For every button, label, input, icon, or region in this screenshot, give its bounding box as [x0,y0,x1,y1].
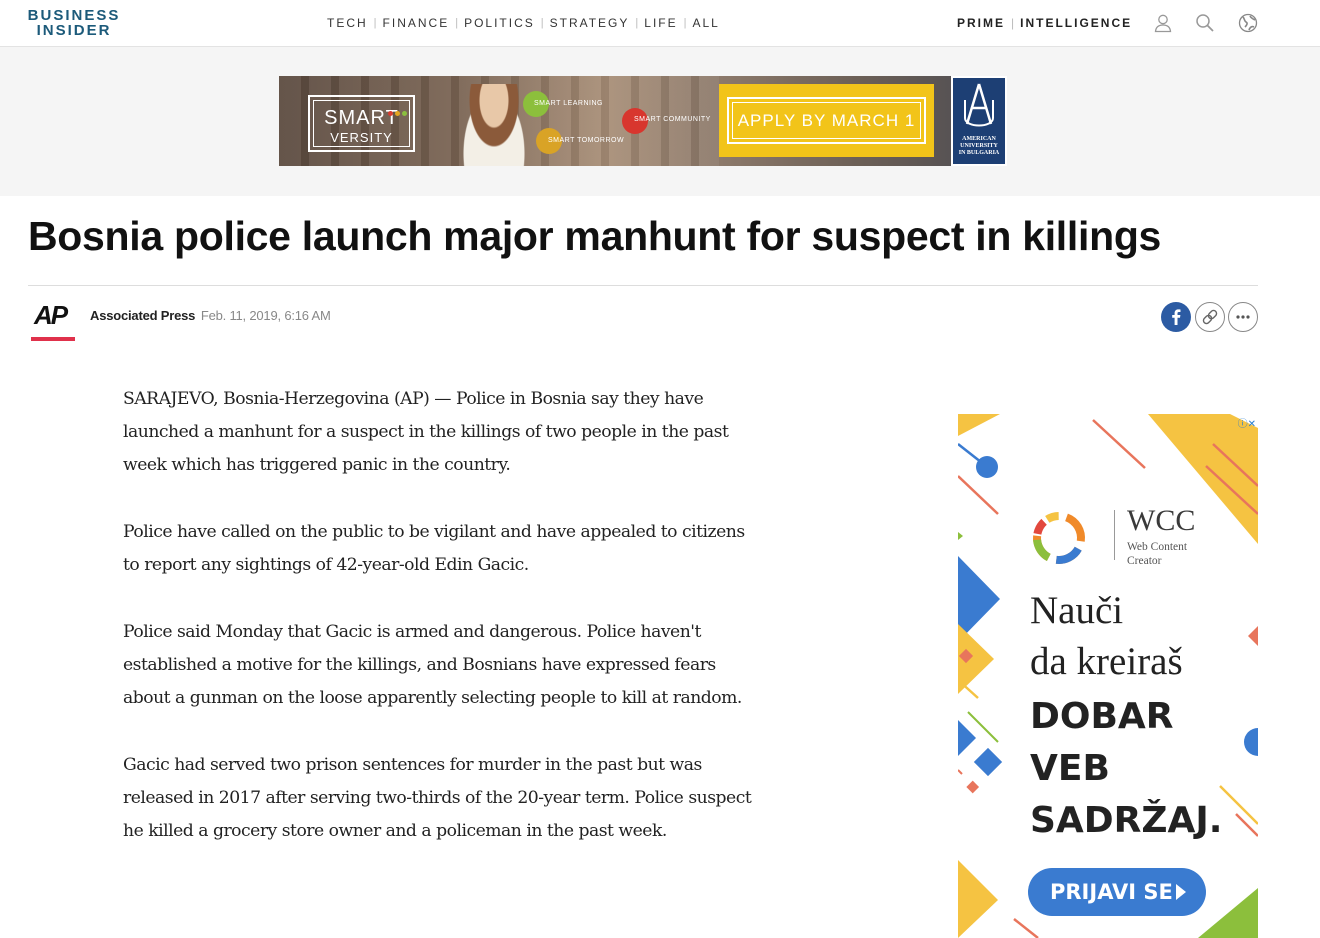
copy-link-button[interactable] [1195,302,1225,332]
ad-copy-line-2: da kreiraš [1030,640,1183,683]
nav-prime[interactable]: PRIME [957,16,1005,30]
ap-logo[interactable]: AP [31,300,76,342]
nav-politics[interactable]: POLITICS [464,16,535,30]
ad-copy-line-5: SADRŽAJ. [1030,800,1223,841]
bubble-label-tomorrow: SMART TOMORROW [548,137,625,144]
article-paragraph: Police said Monday that Gacic is armed a… [123,622,742,708]
wcc-brand: WCC [1127,504,1196,537]
business-insider-logo[interactable]: BUSINESS INSIDER [27,8,121,38]
headline-divider [28,285,1258,286]
article-paragraph: Police have called on the public to be v… [123,522,745,575]
logo-line-1: BUSINESS [27,7,121,24]
facebook-share-button[interactable] [1161,302,1191,332]
byline: Associated Press Feb. 11, 2019, 6:16 AM [90,308,331,323]
aubg-logo: AMERICAN UNIVERSITY IN BULGARIA [951,76,1007,166]
smartversity-banner-ad[interactable]: SMART VERSITY SMART LEARNING SMART COMMU… [279,76,1007,166]
smartversity-logo: SMART VERSITY [308,95,415,152]
aubg-emblem-icon [964,83,994,127]
bubble-label-community: SMART COMMUNITY [634,116,711,123]
more-icon [1236,315,1250,319]
author-name[interactable]: Associated Press [90,308,195,323]
top-ad-area: SMART VERSITY SMART LEARNING SMART COMMU… [0,47,1320,196]
aubg-wordmark: AMERICAN UNIVERSITY IN BULGARIA [953,136,1005,157]
search-icon[interactable] [1195,13,1215,33]
globe-icon[interactable] [1238,13,1258,33]
ad-copy-line-4: VEB [1030,748,1110,789]
wcc-logo-icon [1033,512,1085,564]
ap-logo-text: AP [34,300,68,330]
nav-separator: | [635,17,639,29]
smartversity-logo-frame [313,100,410,147]
logo-dots [388,111,407,116]
adchoices-icon[interactable]: ⓘ✕ [1224,415,1256,430]
publish-date: Feb. 11, 2019, 6:16 AM [200,308,331,323]
article-body: SARAJEVO, Bosnia-Herzegovina (AP) — Poli… [123,383,763,882]
nav-intelligence[interactable]: INTELLIGENCE [1020,16,1132,30]
article-paragraph: SARAJEVO, Bosnia-Herzegovina (AP) — Poli… [123,389,729,475]
article-headline: Bosnia police launch major manhunt for s… [28,213,1162,259]
nav-separator: | [540,17,544,29]
bubble-label-learning: SMART LEARNING [534,100,603,107]
premium-nav: PRIME | INTELLIGENCE [957,16,1132,30]
logo-line-2: INSIDER [36,22,112,39]
link-icon [1202,309,1218,325]
nav-separator: | [1011,16,1015,30]
nav-strategy[interactable]: STRATEGY [550,16,630,30]
ap-logo-underline [31,337,75,341]
wcc-side-ad[interactable]: ⓘ✕ WCC Web Content Creator Nauči da krei… [958,414,1258,938]
user-icon[interactable] [1153,13,1173,33]
prijavi-se-label: PRIJAVI SE [1050,880,1173,904]
aubg-line-1: AMERICAN [962,136,996,142]
nav-separator: | [455,17,459,29]
nav-tech[interactable]: TECH [327,16,368,30]
aubg-line-2: UNIVERSITY [960,143,998,149]
more-share-options-button[interactable] [1228,302,1258,332]
facebook-icon [1172,309,1181,325]
nav-life[interactable]: LIFE [644,16,677,30]
ad-copy-line-3: DOBAR [1030,696,1174,737]
nav-separator: | [373,17,377,29]
student-photo [459,84,529,166]
nav-finance[interactable]: FINANCE [383,16,450,30]
main-nav: TECH | FINANCE | POLITICS | STRATEGY | LIFE |… [327,16,720,30]
wcc-tagline: Web Content Creator [1127,540,1187,568]
site-header: BUSINESS INSIDER TECH | FINANCE | POLITICS… [0,0,1320,47]
wcc-tagline-line-1: Web Content [1127,541,1188,553]
apply-cta-label: APPLY BY MARCH 1 [737,111,916,130]
wcc-tagline-line-2: Creator [1127,555,1162,567]
prijavi-se-button[interactable]: PRIJAVI SE [1028,868,1206,916]
aubg-line-3: IN BULGARIA [958,150,1000,156]
article-paragraph: Gacic had served two prison sentences fo… [123,755,752,841]
nav-all[interactable]: ALL [692,16,719,30]
arrow-right-icon [1176,884,1186,900]
nav-separator: | [683,17,687,29]
wcc-divider [1114,510,1115,560]
ad-copy-line-1: Nauči [1030,589,1124,632]
apply-cta[interactable]: APPLY BY MARCH 1 [719,84,934,157]
